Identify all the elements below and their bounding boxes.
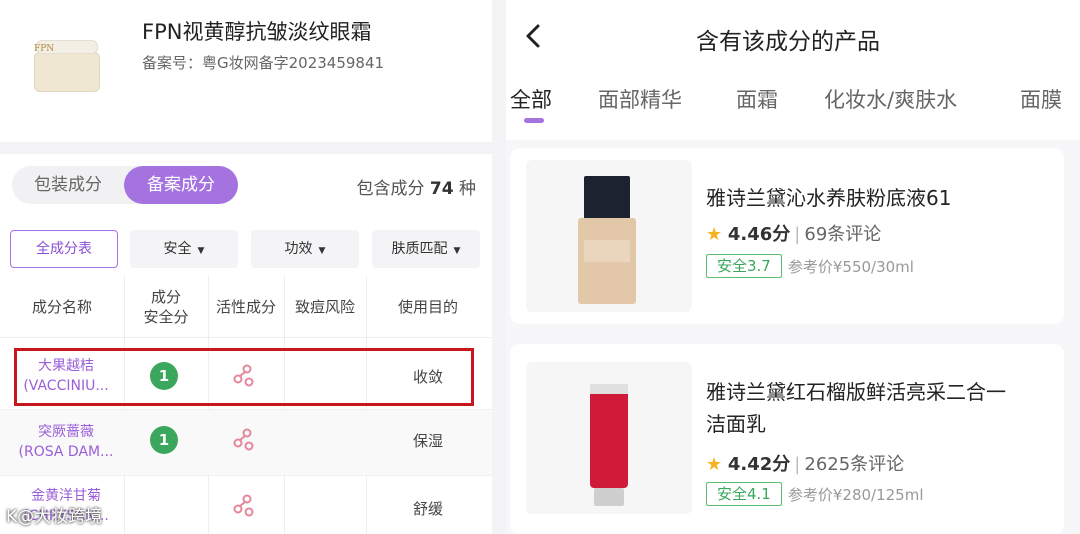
products-header: 含有该成分的产品 全部 面部精华 面霜 化妆水/爽肤水 面膜 (506, 0, 1080, 140)
column-header-name: 成分名称 (31, 298, 92, 316)
tab-facial-serum[interactable]: 面部精华 (598, 84, 682, 114)
star-icon: ★ (706, 224, 723, 245)
active-ingredient-icon (233, 494, 254, 517)
safety-score-badge: 1 (150, 426, 178, 454)
star-icon: ★ (706, 454, 723, 475)
active-ingredient-icon (233, 428, 254, 451)
product-card[interactable]: 雅诗兰黛红石榴版鲜活亮采二合一洁面乳 ★ 4.42分 | 2625条评论 安全4.1… (510, 344, 1064, 534)
product-title[interactable]: 雅诗兰黛红石榴版鲜活亮采二合一洁面乳 (706, 376, 1006, 440)
column-header-purpose: 使用目的 (397, 298, 458, 316)
ingredient-name[interactable]: 突厥蔷薇 (ROSA DAM... (10, 422, 122, 462)
ingredient-panel: FPN FPN视黄醇抗皱淡纹眼霜 备案号：粤G妆网备字2023459841 包装… (0, 0, 492, 534)
safety-badge: 安全4.1 (706, 482, 782, 506)
tab-packaging-ingredients[interactable]: 包装成分 (12, 166, 124, 204)
caret-down-icon: ▼ (453, 246, 461, 256)
safety-filter-dropdown[interactable]: 安全 ▼ (130, 230, 238, 268)
ingredient-count: 包含成分 74 种 (356, 179, 476, 199)
tab-toner[interactable]: 化妆水/爽肤水 (824, 84, 957, 114)
usage-purpose: 舒缓 (412, 500, 443, 518)
tab-face-cream[interactable]: 面霜 (736, 84, 778, 114)
reference-price: 参考价¥280/125ml (787, 485, 924, 504)
column-header-acne: 致痘风险 (294, 298, 355, 316)
product-rating: ★ 4.42分 | 2625条评论 (706, 454, 905, 475)
product-name: FPN视黄醇抗皱淡纹眼霜 (142, 20, 372, 44)
registration-number: 备案号：粤G妆网备字2023459841 (142, 54, 385, 72)
effect-filter-dropdown[interactable]: 功效 ▼ (251, 230, 359, 268)
product-thumbnail: FPN (30, 36, 102, 96)
active-tab-indicator (524, 118, 544, 123)
tab-all[interactable]: 全部 (510, 84, 552, 114)
page-title: 含有该成分的产品 (696, 29, 880, 55)
ingredient-source-tabs: 包装成分 备案成分 (12, 166, 238, 204)
panel-divider (492, 0, 506, 534)
watermark: K@大妆跨境 (6, 507, 103, 527)
usage-purpose: 保湿 (412, 432, 443, 450)
products-panel: 含有该成分的产品 全部 面部精华 面霜 化妆水/爽肤水 面膜 雅诗兰黛沁水养肤粉… (506, 0, 1080, 534)
reference-price: 参考价¥550/30ml (787, 257, 914, 276)
column-header-active: 活性成分 (215, 298, 276, 316)
tab-registered-ingredients[interactable]: 备案成分 (124, 166, 238, 204)
product-image (526, 160, 692, 312)
ingredient-table-header: 成分名称 成分 安全分 活性成分 致痘风险 使用目的 (0, 276, 492, 338)
section-divider (0, 142, 492, 154)
column-header-safety: 成分 安全分 (143, 288, 189, 326)
product-tags: 安全4.1 参考价¥280/125ml (706, 482, 924, 508)
screen: FPN FPN视黄醇抗皱淡纹眼霜 备案号：粤G妆网备字2023459841 包装… (0, 0, 1080, 534)
skin-match-filter-dropdown[interactable]: 肤质匹配 ▼ (372, 230, 480, 268)
product-rating: ★ 4.46分 | 69条评论 (706, 224, 882, 245)
full-ingredient-list-button[interactable]: 全成分表 (10, 230, 118, 268)
jar-brand-label: FPN (34, 44, 55, 54)
product-tags: 安全3.7 参考价¥550/30ml (706, 254, 914, 280)
highlight-box (14, 348, 474, 406)
product-title[interactable]: 雅诗兰黛沁水养肤粉底液61 (706, 182, 1006, 214)
table-row[interactable]: 突厥蔷薇 (ROSA DAM... 1 保湿 (0, 410, 492, 476)
caret-down-icon: ▼ (318, 246, 326, 256)
filter-bar: 全成分表 安全 ▼ 功效 ▼ 肤质匹配 ▼ (10, 230, 482, 268)
safety-badge: 安全3.7 (706, 254, 782, 278)
product-image (526, 362, 692, 514)
caret-down-icon: ▼ (197, 246, 205, 256)
product-card[interactable]: 雅诗兰黛沁水养肤粉底液61 ★ 4.46分 | 69条评论 安全3.7 参考价¥550… (510, 148, 1064, 324)
tab-face-mask[interactable]: 面膜 (1020, 84, 1062, 114)
